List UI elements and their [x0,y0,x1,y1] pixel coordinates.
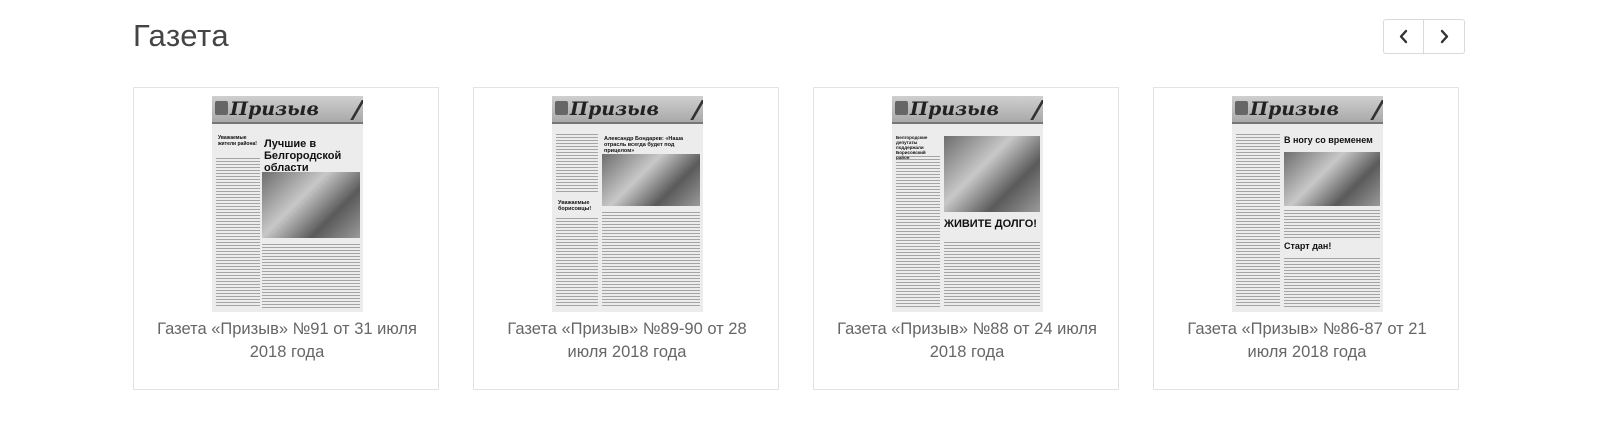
cover-text-column [944,242,1040,308]
cover-photo [262,172,360,238]
newspaper-card[interactable]: Призыв Александр Бондарев: «Наша отрасль… [473,87,779,390]
cover-text-column [216,158,260,308]
newspaper-cover-image[interactable]: Призыв Александр Бондарев: «Наша отрасль… [552,96,703,312]
cover-text-column [602,212,700,308]
newspaper-cover-image[interactable]: Призыв В ногу со временем Старт дан! [1232,96,1383,312]
cover-subhead: Старт дан! [1284,241,1332,251]
cover-masthead: Призыв [1232,96,1383,124]
cover-masthead-title: Призыв [1250,98,1339,120]
cover-headline: В ногу со временем [1284,135,1373,145]
pen-icon [1003,100,1043,120]
cover-masthead-title: Призыв [230,98,319,120]
cover-masthead: Призыв [552,96,703,124]
cover-masthead-title: Призыв [910,98,999,120]
cover-subhead: Уважаемые жители района! [218,135,257,147]
cover-headline: Лучшие в Белгородской области [264,138,342,175]
cover-headline: Александр Бондарев: «Наша отрасль всегда… [604,136,684,155]
cover-text-column [1284,258,1380,308]
chevron-right-icon [1440,29,1448,44]
cover-text-column [1236,134,1280,308]
emblem-icon [555,101,568,115]
cover-text-column [556,218,598,308]
cover-photo [1284,152,1380,206]
emblem-icon [1235,101,1248,115]
newspaper-card[interactable]: Призыв Уважаемые жители района! Лучшие в… [133,87,439,390]
cover-masthead-title: Призыв [570,98,659,120]
cover-masthead: Призыв [212,96,363,124]
cover-photo [602,154,700,206]
newspaper-cover-image[interactable]: Призыв Белгородские депутаты поддержали … [892,96,1043,312]
carousel-nav [1383,19,1465,54]
newspaper-carousel: Призыв Уважаемые жители района! Лучшие в… [133,87,1473,390]
carousel-prev-button[interactable] [1383,19,1424,54]
issue-caption[interactable]: Газета «Призыв» №89-90 от 28 июля 2018 г… [474,318,780,364]
cover-subhead: Уважаемые борисовцы! [558,200,592,213]
emblem-icon [895,101,908,115]
issue-caption[interactable]: Газета «Призыв» №86-87 от 21 июля 2018 г… [1154,318,1460,364]
cover-headline: ЖИВИТЕ ДОЛГО! [944,218,1037,230]
cover-text-column [1284,210,1380,238]
chevron-left-icon [1399,29,1408,44]
cover-photo [944,136,1040,212]
cover-text-column [262,244,360,308]
newspaper-card[interactable]: Призыв В ногу со временем Старт дан! Газ… [1153,87,1459,390]
pen-icon [663,100,703,120]
cover-text-column [896,156,940,308]
pen-icon [1343,100,1383,120]
emblem-icon [215,101,228,115]
issue-caption[interactable]: Газета «Призыв» №88 от 24 июля 2018 года [814,318,1120,364]
pen-icon [323,100,363,120]
carousel-next-button[interactable] [1424,19,1465,54]
newspaper-cover-image[interactable]: Призыв Уважаемые жители района! Лучшие в… [212,96,363,312]
section-title: Газета [133,18,230,53]
cover-text-column [556,134,598,194]
issue-caption[interactable]: Газета «Призыв» №91 от 31 июля 2018 года [134,318,440,364]
cover-masthead: Призыв [892,96,1043,124]
newspaper-card[interactable]: Призыв Белгородские депутаты поддержали … [813,87,1119,390]
